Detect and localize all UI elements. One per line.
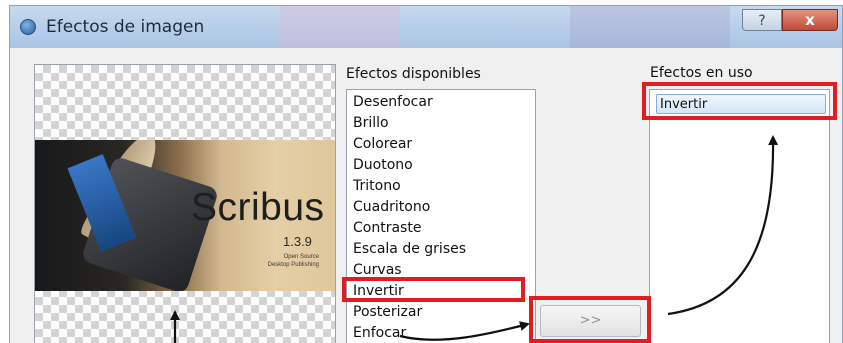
annotation-arrows — [170, 135, 779, 343]
arrow-to-effects-in-use — [667, 135, 779, 316]
arrow-to-add-button — [399, 321, 530, 341]
